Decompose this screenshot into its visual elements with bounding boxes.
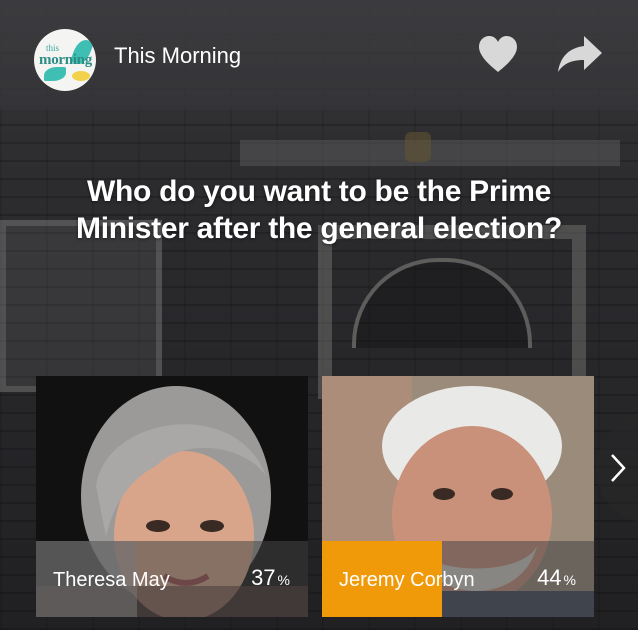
header: this morning This Morning	[0, 0, 638, 110]
chevron-right-icon	[611, 454, 626, 482]
option-percent: 37%	[251, 565, 290, 590]
option-theresa-may[interactable]: Theresa May 37%	[36, 376, 308, 617]
heart-icon[interactable]	[476, 34, 520, 74]
poll-screen: this morning This Morning Who do you wan…	[0, 0, 638, 630]
option-percent: 44%	[537, 565, 576, 590]
brand-name[interactable]: This Morning	[114, 43, 241, 69]
logo-text-large: morning	[39, 52, 92, 68]
poll-question: Who do you want to be the Prime Minister…	[76, 175, 562, 245]
share-arrow-icon[interactable]	[556, 34, 604, 74]
option-name: Theresa May	[53, 569, 170, 591]
option-jeremy-corbyn[interactable]: Jeremy Corbyn 44%	[322, 376, 594, 617]
this-morning-logo[interactable]: this morning	[34, 29, 96, 91]
option-name: Jeremy Corbyn	[339, 569, 475, 591]
